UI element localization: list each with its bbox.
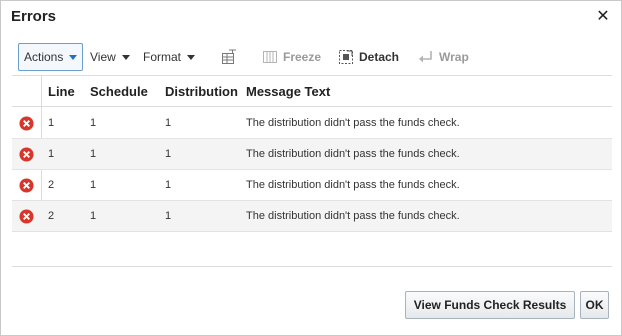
column-header-schedule[interactable]: Schedule [90,84,148,99]
cell-distribution: 1 [165,210,172,222]
table-row[interactable]: 1 1 1 The distribution didn't pass the f… [12,108,612,139]
detach-label: Detach [359,50,400,64]
column-header-line[interactable]: Line [48,84,75,99]
table-row[interactable]: 2 1 1 The distribution didn't pass the f… [12,170,612,201]
cell-distribution: 1 [165,148,172,160]
cell-message-text: The distribution didn't pass the funds c… [246,179,460,191]
freeze-icon [263,51,277,63]
cell-schedule: 1 [90,117,97,129]
dialog-titlebar: Errors ✕ [1,1,621,35]
cell-schedule: 1 [90,210,97,222]
table-row[interactable]: 2 1 1 The distribution didn't pass the f… [12,201,612,232]
table-row[interactable]: 1 1 1 The distribution didn't pass the f… [12,139,612,170]
ok-button[interactable]: OK [580,291,609,319]
close-icon[interactable]: ✕ [595,9,611,25]
query-by-example-icon [222,49,236,64]
error-circle-icon [19,116,34,131]
footer-divider [12,266,612,267]
column-header-distribution[interactable]: Distribution [165,84,238,99]
table-header: Line Schedule Distribution Message Text [12,76,612,107]
error-circle-icon [19,209,34,224]
cell-schedule: 1 [90,179,97,191]
cell-distribution: 1 [165,179,172,191]
cell-message-text: The distribution didn't pass the funds c… [246,148,460,160]
error-circle-icon [19,147,34,162]
actions-menu-button[interactable]: Actions [18,43,83,71]
view-menu-button[interactable]: View [90,43,130,71]
freeze-button[interactable]: Freeze [262,43,321,71]
detach-button[interactable]: Detach [338,43,399,71]
chevron-down-icon [121,54,130,60]
detach-icon [339,50,353,64]
errors-dialog: Errors ✕ Actions View Format Freeze Deta… [0,0,622,336]
format-label: Format [143,50,182,64]
cell-line: 2 [48,179,55,191]
cell-line: 2 [48,210,55,222]
table-toolbar: Actions View Format Freeze Detach Wrap [18,43,608,71]
actions-label: Actions [24,50,64,64]
view-funds-check-results-button[interactable]: View Funds Check Results [405,291,575,319]
cell-distribution: 1 [165,117,172,129]
dialog-title: Errors [11,8,57,25]
view-label: View [90,50,116,64]
cell-message-text: The distribution didn't pass the funds c… [246,210,460,222]
query-by-example-button[interactable] [221,43,242,71]
cell-line: 1 [48,148,55,160]
wrap-icon [419,51,432,63]
column-header-message-text[interactable]: Message Text [246,84,330,99]
cell-schedule: 1 [90,148,97,160]
error-circle-icon [19,178,34,193]
wrap-button[interactable]: Wrap [418,43,469,71]
freeze-label: Freeze [283,50,322,64]
errors-table: Line Schedule Distribution Message Text … [12,75,612,232]
chevron-down-icon [69,54,78,60]
chevron-down-icon [187,54,196,60]
cell-line: 1 [48,117,55,129]
wrap-label: Wrap [439,50,469,64]
cell-message-text: The distribution didn't pass the funds c… [246,117,460,129]
format-menu-button[interactable]: Format [143,43,196,71]
